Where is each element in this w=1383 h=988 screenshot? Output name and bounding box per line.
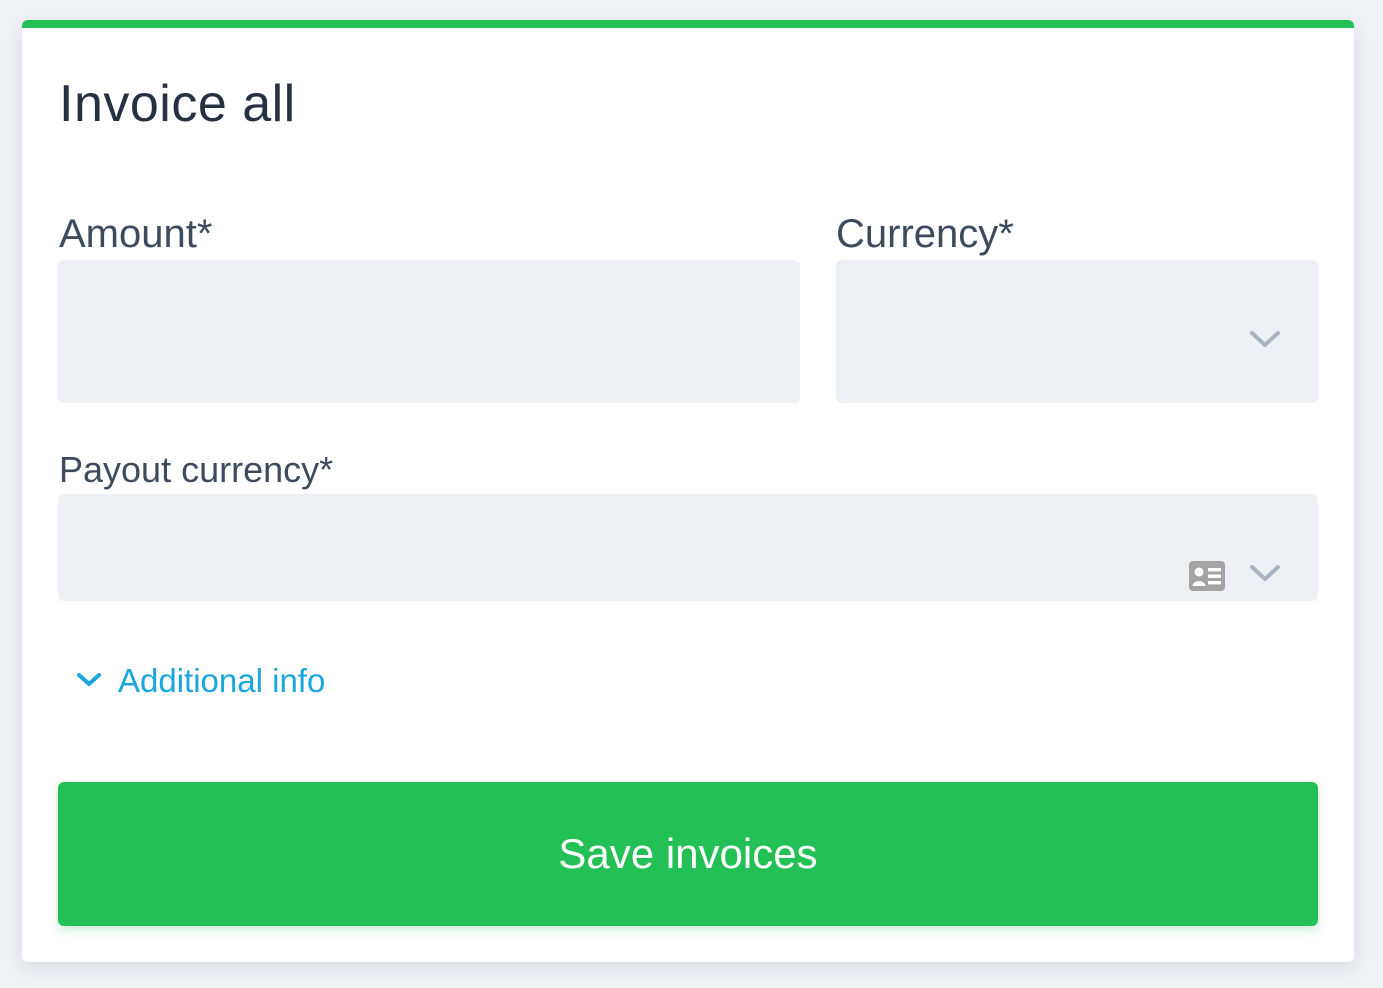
amount-label: Amount* <box>59 212 213 256</box>
amount-input[interactable] <box>58 260 800 403</box>
payout-currency-select[interactable] <box>58 494 1318 601</box>
chevron-down-icon[interactable] <box>1248 329 1282 349</box>
additional-info-toggle[interactable]: Additional info <box>76 658 325 702</box>
save-invoices-button[interactable]: Save invoices <box>58 782 1318 926</box>
currency-label: Currency* <box>836 212 1014 256</box>
chevron-down-icon[interactable] <box>1248 563 1282 583</box>
chevron-down-icon <box>77 673 101 686</box>
additional-info-label: Additional info <box>118 661 326 699</box>
contact-card-icon[interactable] <box>1188 559 1226 593</box>
page-title: Invoice all <box>59 75 296 133</box>
invoice-all-card: Invoice all Amount* Currency* Payout cur… <box>22 20 1354 962</box>
currency-select[interactable] <box>836 260 1318 403</box>
payout-currency-label: Payout currency* <box>59 449 334 490</box>
